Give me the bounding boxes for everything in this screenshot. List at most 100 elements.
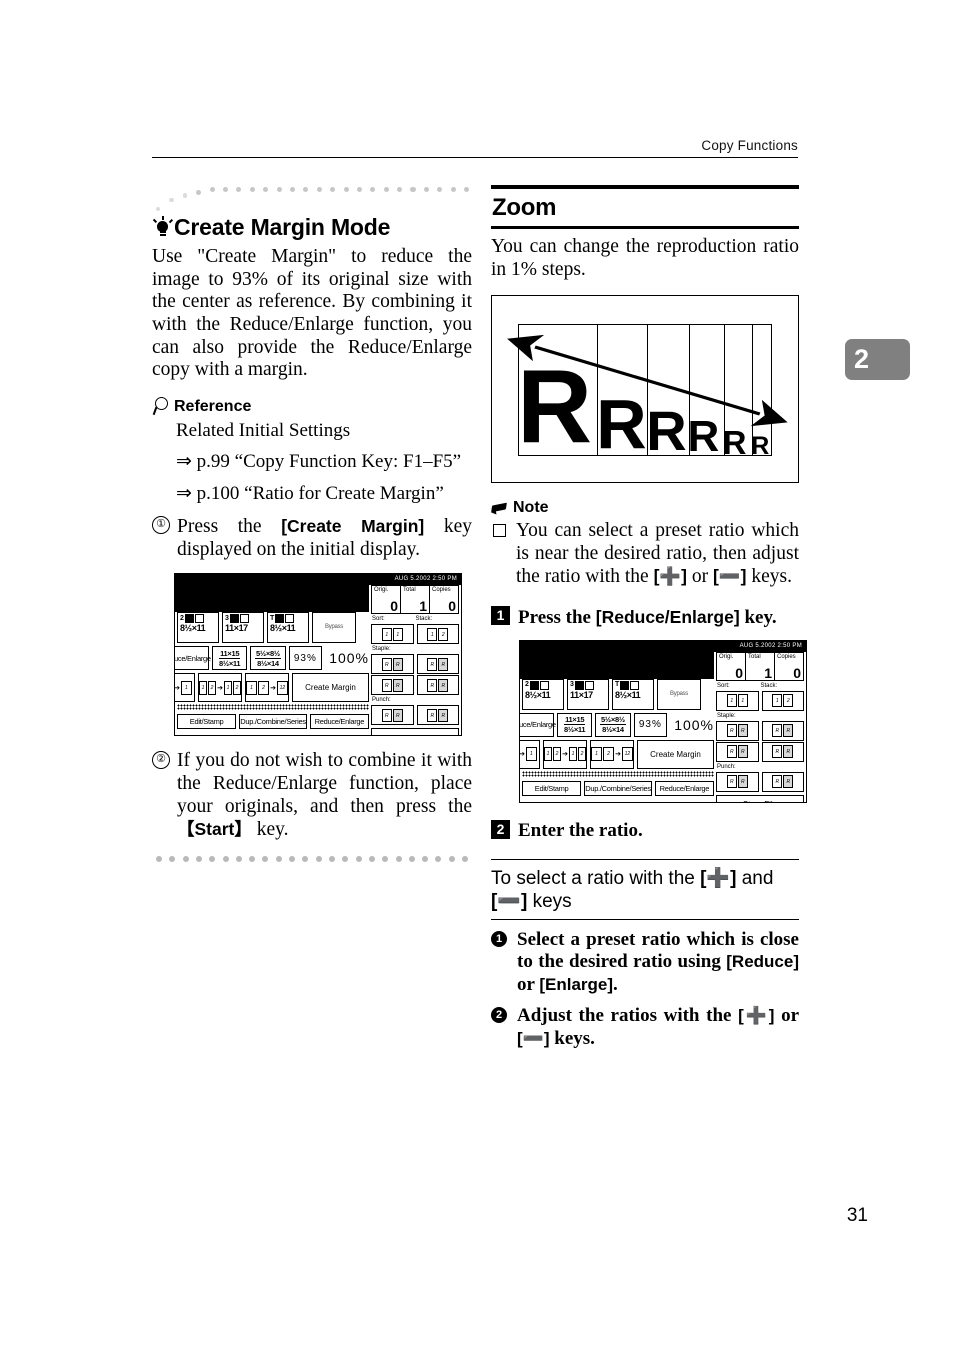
ratio-93-button[interactable]: 93%: [288, 646, 323, 671]
staple-button-tr[interactable]: RR: [761, 720, 804, 741]
staple-button-br[interactable]: RR: [416, 675, 459, 696]
tray-number: 2: [180, 614, 184, 622]
reduce-enlarge-button[interactable]: Reduce/Enlarge: [175, 646, 211, 671]
decoration-dot: [156, 855, 162, 862]
copier-lcd-panel-2[interactable]: AUG 5.2002 2:50 PM 2 8½×11 3 11×17 T 8½×…: [519, 639, 807, 803]
create-margin-button[interactable]: Create Margin: [292, 673, 369, 703]
paper-tray-button[interactable]: 3 11×17: [567, 678, 609, 710]
bypass-tray-button[interactable]: Bypass: [657, 678, 701, 710]
lcd-duplex-row-1: ➔ 1 1 2 ➔ 1 2 1 2 ➔ 12 Create Margin: [175, 673, 369, 703]
staple-button-tl[interactable]: RR: [371, 654, 414, 675]
stack-button[interactable]: 12: [761, 690, 804, 711]
punch-button-right[interactable]: RR: [416, 705, 459, 726]
staple-button-bl[interactable]: RR: [371, 675, 414, 696]
ratio-preset-bottom: 8½×14: [602, 725, 624, 735]
ratio-93-button[interactable]: 93%: [633, 712, 668, 737]
staple-button-tr[interactable]: RR: [416, 654, 459, 675]
sort-button[interactable]: 11: [716, 690, 759, 711]
tray-number: 3: [570, 681, 574, 689]
counter-label: Copies: [432, 587, 451, 594]
zoom-intro: You can change the reproduction ratio in…: [491, 236, 799, 280]
reference-label: Reference: [174, 397, 252, 415]
store-file-button[interactable]: Store File: [716, 794, 804, 802]
ratio-preset-button[interactable]: 11×15 8½×11: [557, 712, 593, 737]
duplex-button-2[interactable]: 1 2 ➔ 1 2: [543, 739, 587, 769]
enlarge-key: [Enlarge]: [539, 974, 614, 994]
duplex-button-3[interactable]: 1 2 ➔ 12: [590, 739, 634, 769]
lcd-status-bar-2: AUG 5.2002 2:50 PM: [520, 640, 806, 652]
substep-mid: or: [774, 1005, 800, 1027]
punch-button-left[interactable]: RR: [371, 705, 414, 726]
ratio-preset-button[interactable]: 11×15 8½×11: [212, 646, 248, 671]
paper-tray-button[interactable]: 2 8½×11: [522, 678, 564, 710]
tab-edit-stamp[interactable]: Edit/Stamp: [177, 714, 237, 730]
duplex-button-1[interactable]: ➔ 1: [175, 673, 195, 703]
substep-number: 2: [491, 1007, 507, 1024]
duplex-button-3[interactable]: 1 2 ➔ 12: [245, 673, 289, 703]
bypass-tray-button[interactable]: Bypass: [312, 612, 356, 644]
tab-dup-combine-series[interactable]: Dup./Combine/Series: [584, 780, 652, 796]
step-text-pre: If you do not wish to combine it with th…: [177, 750, 472, 817]
note-text-mid: or: [687, 566, 714, 588]
tab-edit-stamp[interactable]: Edit/Stamp: [522, 780, 582, 796]
punch-button-left[interactable]: RR: [716, 771, 759, 792]
paper-tray-button[interactable]: T 8½×11: [267, 612, 309, 644]
zoom-illustration-cell: R: [519, 325, 599, 456]
tab-reduce-enlarge[interactable]: Reduce/Enlarge: [309, 714, 369, 730]
zoom-illustration-letter: R: [753, 432, 770, 456]
staple-button-br[interactable]: RR: [761, 741, 804, 762]
sort-button[interactable]: 11: [371, 624, 414, 645]
decoration-dot: [196, 189, 202, 195]
staple-button-bl[interactable]: RR: [716, 741, 759, 762]
sort-stack-labels: Sort: Stack:: [717, 683, 804, 690]
counter-value: 1: [419, 598, 427, 615]
list-item: ② If you do not wish to combine it with t…: [152, 750, 472, 841]
zoom-illustration-cells: RRRRRR: [518, 324, 772, 457]
stack-button[interactable]: 12: [416, 624, 459, 645]
zoom-illustration-letter: R: [689, 412, 720, 456]
subsection-rule-bottom: [491, 918, 799, 920]
chapter-tab: 2: [845, 339, 910, 380]
decoration-dot: [169, 855, 176, 862]
reduce-enlarge-button[interactable]: Reduce/Enlarge: [520, 712, 556, 737]
reference-link-1[interactable]: ⇒ p.99 “Copy Function Key: F1–F5”: [176, 451, 472, 474]
create-margin-button[interactable]: Create Margin: [637, 739, 714, 769]
store-file-button[interactable]: Store File: [371, 728, 459, 736]
lcd-tab-row-2: Edit/Stamp Dup./Combine/Series Reduce/En…: [522, 780, 714, 796]
step-text-pre: Press the: [177, 516, 282, 538]
punch-button-right[interactable]: RR: [761, 771, 804, 792]
tab-reduce-enlarge[interactable]: Reduce/Enlarge: [654, 780, 714, 796]
substep-post: keys.: [549, 1027, 595, 1049]
staple-button-tl[interactable]: RR: [716, 720, 759, 741]
copier-lcd-panel-1[interactable]: AUG 5.2002 2:50 PM 2 8½×11 3 11×17 T 8½×…: [174, 573, 462, 737]
note-item: You can select a preset ratio which is n…: [491, 520, 799, 589]
sort-label: Sort:: [717, 682, 730, 689]
paper-tray-button[interactable]: T 8½×11: [612, 678, 654, 710]
list-item: 1 Select a preset ratio which is close to…: [491, 929, 799, 996]
lcd-main-area-1: 2 8½×11 3 11×17 T 8½×11 Bypass uce/Enlar…: [175, 612, 369, 733]
tab-dup-combine-series[interactable]: Dup./Combine/Series: [239, 714, 307, 730]
counter-value: 0: [448, 598, 456, 615]
ratio-preset-bottom: 8½×14: [257, 658, 279, 668]
decoration-dot: [223, 187, 229, 193]
paper-tray-button[interactable]: 2 8½×11: [177, 612, 219, 644]
decoration-dot: [383, 187, 389, 193]
decoration-dot: [422, 855, 429, 862]
decoration-dot: [289, 187, 296, 193]
ratio-preset-button[interactable]: 5½×8½ 8½×14: [595, 712, 631, 737]
counter-label: Origi.: [719, 653, 734, 660]
zoom-illustration-cell: R: [648, 325, 690, 456]
note-label-row: Note: [490, 499, 799, 517]
duplex-button-2[interactable]: 1 2 ➔ 1 2: [198, 673, 242, 703]
duplex-button-1[interactable]: ➔ 1: [520, 739, 540, 769]
paper-tray-button[interactable]: 3 11×17: [222, 612, 264, 644]
ratio-preset-button[interactable]: 5½×8½ 8½×14: [250, 646, 286, 671]
decoration-dot: [395, 855, 402, 862]
reduce-enlarge-key: [Reduce/Enlarge]: [595, 606, 740, 627]
lcd-ratio-row-1: Reduce/Enlarge 11×15 8½×11 5½×8½ 8½×14 9…: [175, 646, 369, 671]
reference-link-2[interactable]: ⇒ p.100 “Ratio for Create Margin”: [176, 483, 472, 506]
tray-size: 11×17: [570, 689, 593, 700]
decoration-dot: [356, 187, 363, 193]
zoom-illustration: RRRRRR: [491, 295, 799, 484]
ratio-preset-top: 5½×8½: [255, 648, 281, 659]
